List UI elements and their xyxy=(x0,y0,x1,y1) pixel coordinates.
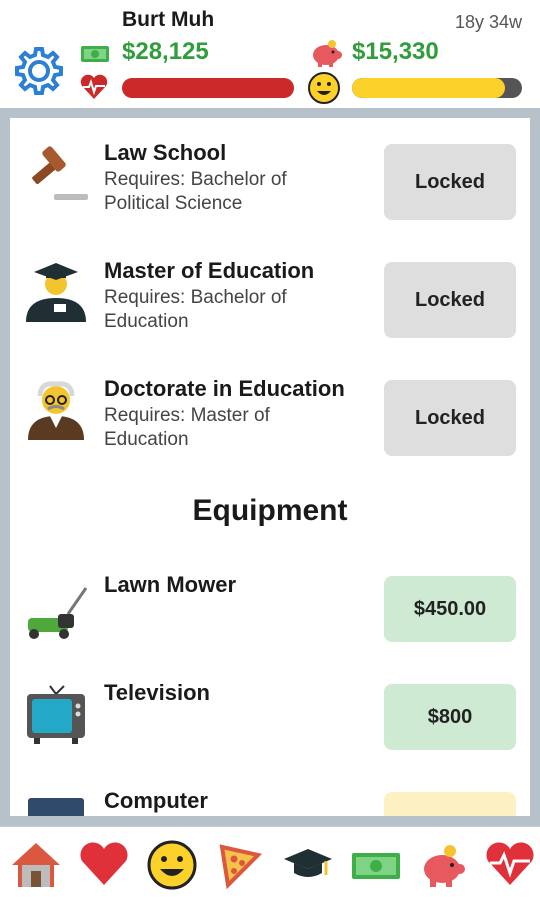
graduation-cap-icon[interactable] xyxy=(282,839,334,891)
item-title: Lawn Mower xyxy=(104,572,237,597)
cash-balance: $28,125 xyxy=(122,38,209,65)
item-requirement: Requires: Bachelor of Education xyxy=(104,287,287,332)
character-name: Burt Muh xyxy=(122,8,215,31)
money-icon[interactable] xyxy=(350,839,402,891)
locked-button[interactable]: Locked xyxy=(384,262,516,338)
settings-gear-icon[interactable] xyxy=(12,44,66,98)
item-title: Master of Education xyxy=(104,258,315,283)
smiley-icon[interactable] xyxy=(146,839,198,891)
happiness-bar xyxy=(352,78,522,98)
heart-icon[interactable] xyxy=(78,839,130,891)
lawn-mower-icon xyxy=(24,580,88,644)
happiness-bar-fill xyxy=(352,78,505,98)
item-title: Doctorate in Education xyxy=(104,376,345,401)
professor-icon xyxy=(24,376,88,440)
character-age: 18y 34w xyxy=(454,12,522,32)
item-title: Computer xyxy=(104,788,208,813)
computer-icon xyxy=(24,796,88,816)
item-title: Television xyxy=(104,680,210,705)
equipment-heading: Equipment xyxy=(192,494,348,527)
buy-button[interactable] xyxy=(384,792,516,816)
home-icon[interactable] xyxy=(10,839,62,891)
bottom-nav xyxy=(0,826,540,901)
status-header: Burt Muh 18y 34w $28,125 $15,330 xyxy=(0,0,540,108)
happiness-smiley-icon xyxy=(308,72,340,104)
piggy-bank-icon xyxy=(308,38,344,68)
graduate-icon xyxy=(24,258,88,322)
item-requirement: Requires: Master of Education xyxy=(104,405,270,450)
locked-button[interactable]: Locked xyxy=(384,380,516,456)
locked-button[interactable]: Locked xyxy=(384,144,516,220)
cash-icon xyxy=(80,44,110,64)
gavel-icon xyxy=(24,140,88,204)
television-icon xyxy=(24,684,88,748)
activities-panel[interactable]: Law School Requires: Bachelor of Politic… xyxy=(10,118,530,816)
buy-button[interactable]: $450.00 xyxy=(384,576,516,642)
buy-button[interactable]: $800 xyxy=(384,684,516,750)
item-title: Law School xyxy=(104,140,227,165)
item-requirement: Requires: Bachelor of Political Science xyxy=(104,169,287,214)
health-bar xyxy=(122,78,294,98)
pizza-icon[interactable] xyxy=(214,839,266,891)
health-icon[interactable] xyxy=(484,839,536,891)
piggy-bank-icon[interactable] xyxy=(418,839,470,891)
health-heart-icon xyxy=(80,74,108,100)
savings-balance: $15,330 xyxy=(352,38,439,65)
